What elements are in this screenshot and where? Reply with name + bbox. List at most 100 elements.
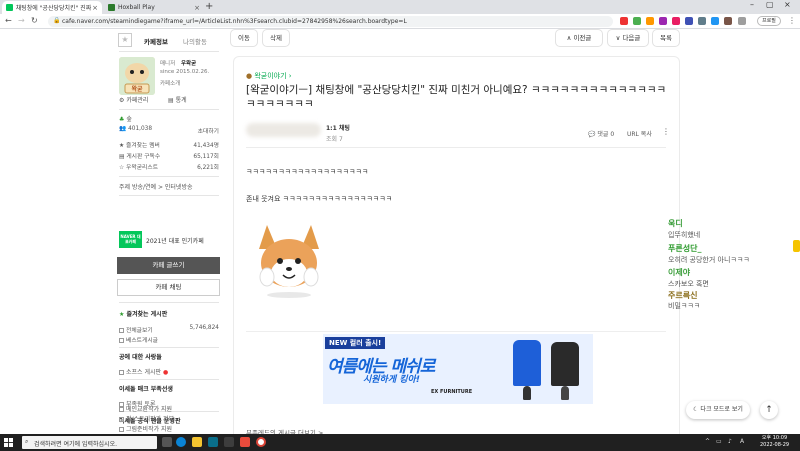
back-icon[interactable]: ←	[5, 16, 12, 25]
extension-icon[interactable]	[711, 17, 719, 25]
scrollbar-handle[interactable]	[793, 240, 800, 252]
moon-icon: ☾	[693, 406, 699, 413]
extension-icon[interactable]	[659, 17, 667, 25]
extension-icon[interactable]	[672, 17, 680, 25]
star-icon: ★	[119, 311, 125, 318]
board-link[interactable]: ● 왁굳이야기 ›	[246, 71, 292, 81]
cafe-manage-link[interactable]: ⚙ 카페관리	[119, 95, 148, 104]
chat-message: 비밀ㅋㅋㅋ	[668, 302, 701, 310]
divider	[119, 176, 219, 177]
board-item[interactable]: 베스트게시글	[119, 335, 219, 344]
members-value: 401,038	[128, 126, 153, 132]
puzzle-icon[interactable]	[738, 17, 746, 25]
extension-icon[interactable]	[646, 17, 654, 25]
move-button[interactable]: 이동	[230, 29, 258, 47]
volume-icon[interactable]: ♪	[728, 438, 732, 445]
article-body-line: 존내 웃겨요 ㅋㅋㅋㅋㅋㅋㅋㅋㅋㅋㅋㅋㅋㅋㅋㅋㅋ	[246, 195, 393, 203]
next-post-button[interactable]: ∨ 다음글	[607, 29, 649, 47]
address-bar[interactable]: 🔒 cafe.naver.com/steamindiegame?iframe_u…	[48, 16, 613, 27]
new-tab-button[interactable]: +	[205, 1, 213, 12]
browser-toolbar: ← → ↻ 🔒 cafe.naver.com/steamindiegame?if…	[0, 14, 800, 29]
board-item[interactable]: 전체글보기 5,746,824	[119, 325, 219, 334]
manager-label: 매니저	[160, 61, 176, 67]
extension-icon[interactable]	[633, 17, 641, 25]
section-title: 공에 대한 사랑들	[119, 354, 162, 361]
tab-article[interactable]: 채팅창에 "공산당당치킨" 진짜 미친거 ... ×	[2, 1, 102, 14]
chrome-icon[interactable]	[256, 437, 266, 447]
board-item[interactable]: 팔/스토리작가 지부	[119, 414, 174, 423]
write-post-button[interactable]: 카페 글쓰기	[117, 257, 220, 274]
cafe-level: ♣ 숲	[119, 114, 132, 123]
delete-button[interactable]: 삭제	[262, 29, 290, 47]
ime-icon[interactable]: A	[740, 438, 744, 445]
tab-hoxball[interactable]: Hoxball Play ×	[104, 1, 204, 14]
menu-icon[interactable]: ⋮	[788, 16, 796, 25]
more-icon[interactable]: ⋮	[662, 127, 670, 136]
member-count[interactable]: 👥 401,038	[119, 126, 152, 135]
author-profile[interactable]	[246, 123, 321, 137]
reload-icon[interactable]: ↻	[31, 16, 38, 25]
extension-icon[interactable]	[685, 17, 693, 25]
chat-username: 푸른성단_	[668, 244, 702, 253]
stats-link[interactable]: ▤ 통계	[168, 95, 187, 104]
members-icon: 👥	[119, 126, 127, 132]
invite-link[interactable]: 초대하기	[198, 126, 219, 135]
tab-my-activity[interactable]: 나의활동	[183, 36, 207, 46]
taskbar-search-input[interactable]: ⌕ 검색하려면 여기에 입력하십시오.	[22, 436, 157, 449]
file-explorer-icon[interactable]	[192, 437, 202, 447]
comment-count[interactable]: 💬 댓글 0	[588, 129, 614, 138]
dark-mode-button[interactable]: ☾ 다크 모드로 보기	[686, 401, 750, 419]
manager-name[interactable]: 우왁굳	[181, 59, 196, 67]
board-item[interactable]: 그림준비작가 지원	[119, 424, 172, 433]
cafe-chat-button[interactable]: 카페 채팅	[117, 279, 220, 296]
stat-row: ★ 즐겨찾는 멤버 41,434명	[119, 140, 219, 149]
profile-button[interactable]: 프로필	[757, 16, 781, 26]
ad-image[interactable]: NEW 컬러 출시! 여름에는 메쉬로 시원하게 킹아! EX FURNITUR…	[323, 334, 593, 404]
scroll-top-button[interactable]: ↑	[760, 401, 778, 419]
cafe-mascot-icon: 왁굳	[119, 57, 155, 95]
stat-label: ★ 즐겨찾는 멤버	[119, 143, 160, 149]
url-copy-button[interactable]: URL 복사	[627, 129, 652, 138]
prev-post-button[interactable]: ∧ 이전글	[555, 29, 603, 47]
black-chair-icon	[551, 342, 579, 386]
extension-icon[interactable]	[698, 17, 706, 25]
new-badge-icon: ●	[162, 369, 169, 376]
task-view-icon[interactable]	[162, 437, 172, 447]
advertisement-banner[interactable]: NEW 컬러 출시! 여름에는 메쉬로 시원하게 킹아! EX FURNITUR…	[246, 331, 666, 404]
close-window-icon[interactable]: ×	[784, 0, 791, 9]
cafe-sidebar: ★ 카페정보 나의활동 왁굳 매니저 우왁굳 since 2015.02.26.…	[113, 29, 223, 434]
board-item[interactable]: 소프스 게시판 ●	[119, 367, 168, 376]
chat-username: 욱디	[668, 219, 683, 228]
ad-subline: 시원하게 킹아!	[363, 375, 420, 385]
board-item[interactable]: 메인교환작가 지원	[119, 404, 172, 413]
list-button[interactable]: 목록	[652, 29, 680, 47]
minimize-icon[interactable]: –	[750, 0, 754, 9]
close-icon[interactable]: ×	[194, 4, 200, 12]
edge-icon[interactable]	[176, 437, 186, 447]
chat-username: 주르륵신	[668, 291, 698, 300]
tray-chevron-icon[interactable]: ^	[705, 438, 710, 445]
naver-badge: NAVER 대표카페	[119, 231, 142, 248]
extension-icon[interactable]	[724, 17, 732, 25]
tab-cafe-info[interactable]: 카페정보	[144, 36, 168, 46]
board-label: 베스트게시글	[119, 335, 158, 344]
svg-text:왁굳: 왁굳	[131, 85, 143, 93]
stat-value: 6,221회	[197, 165, 219, 171]
close-icon[interactable]: ×	[92, 4, 98, 12]
network-icon[interactable]: ▭	[716, 438, 722, 445]
cafe-intro-link[interactable]: 카페소개	[160, 79, 180, 87]
cafe-topic[interactable]: 주제 방송/연예 > 인터넷방송	[119, 182, 193, 191]
app-icon[interactable]	[240, 437, 250, 447]
divider	[119, 195, 219, 196]
store-icon[interactable]	[208, 437, 218, 447]
address-url: cafe.naver.com/steamindiegame?iframe_url…	[62, 18, 407, 25]
forward-icon[interactable]: →	[18, 16, 25, 25]
windows-start-icon[interactable]	[4, 438, 13, 447]
taskbar-clock[interactable]: 오후 10:09 2022-08-29	[760, 435, 789, 449]
chair-stand-icon	[561, 386, 569, 400]
app-icon[interactable]	[224, 437, 234, 447]
maximize-icon[interactable]: ▢	[766, 0, 774, 9]
one-to-one-chat-link[interactable]: 1:1 채팅	[326, 123, 350, 132]
star-icon[interactable]: ★	[118, 33, 132, 47]
extension-icon[interactable]	[620, 17, 628, 25]
